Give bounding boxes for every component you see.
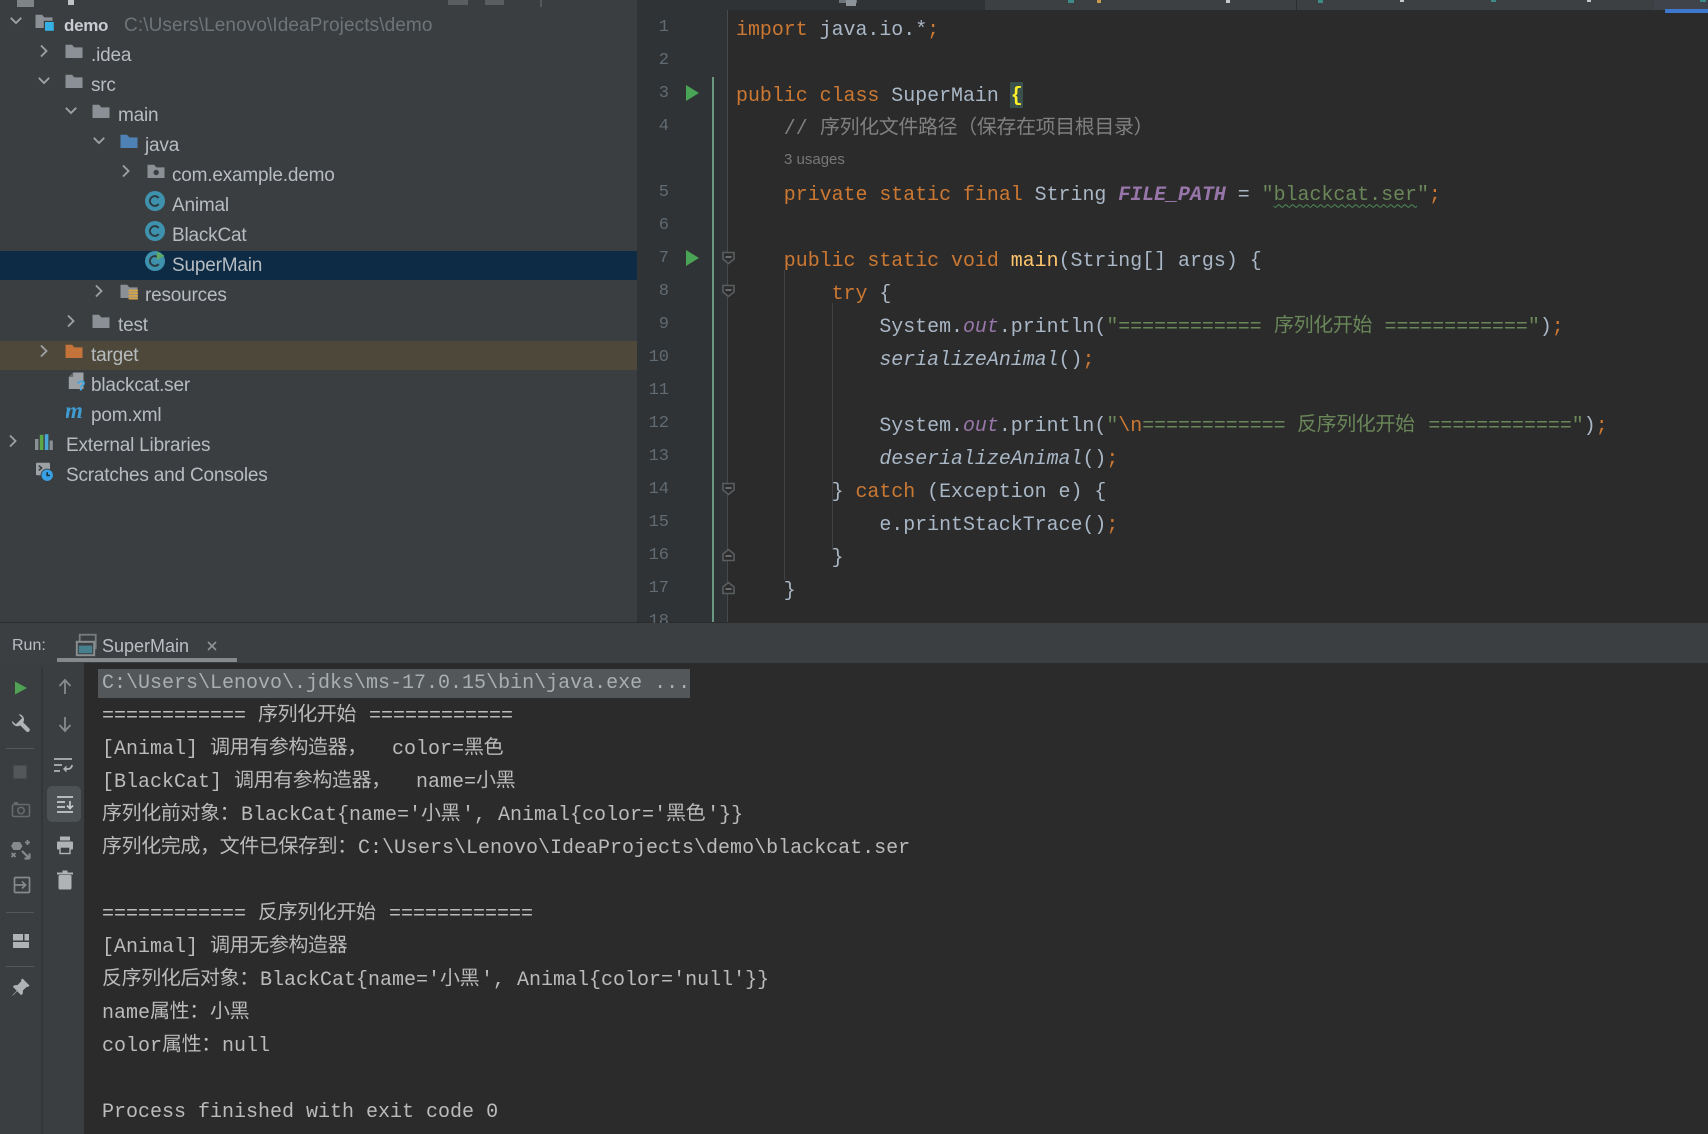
svg-text:?: ? xyxy=(76,378,85,391)
svg-text:m: m xyxy=(66,401,83,421)
